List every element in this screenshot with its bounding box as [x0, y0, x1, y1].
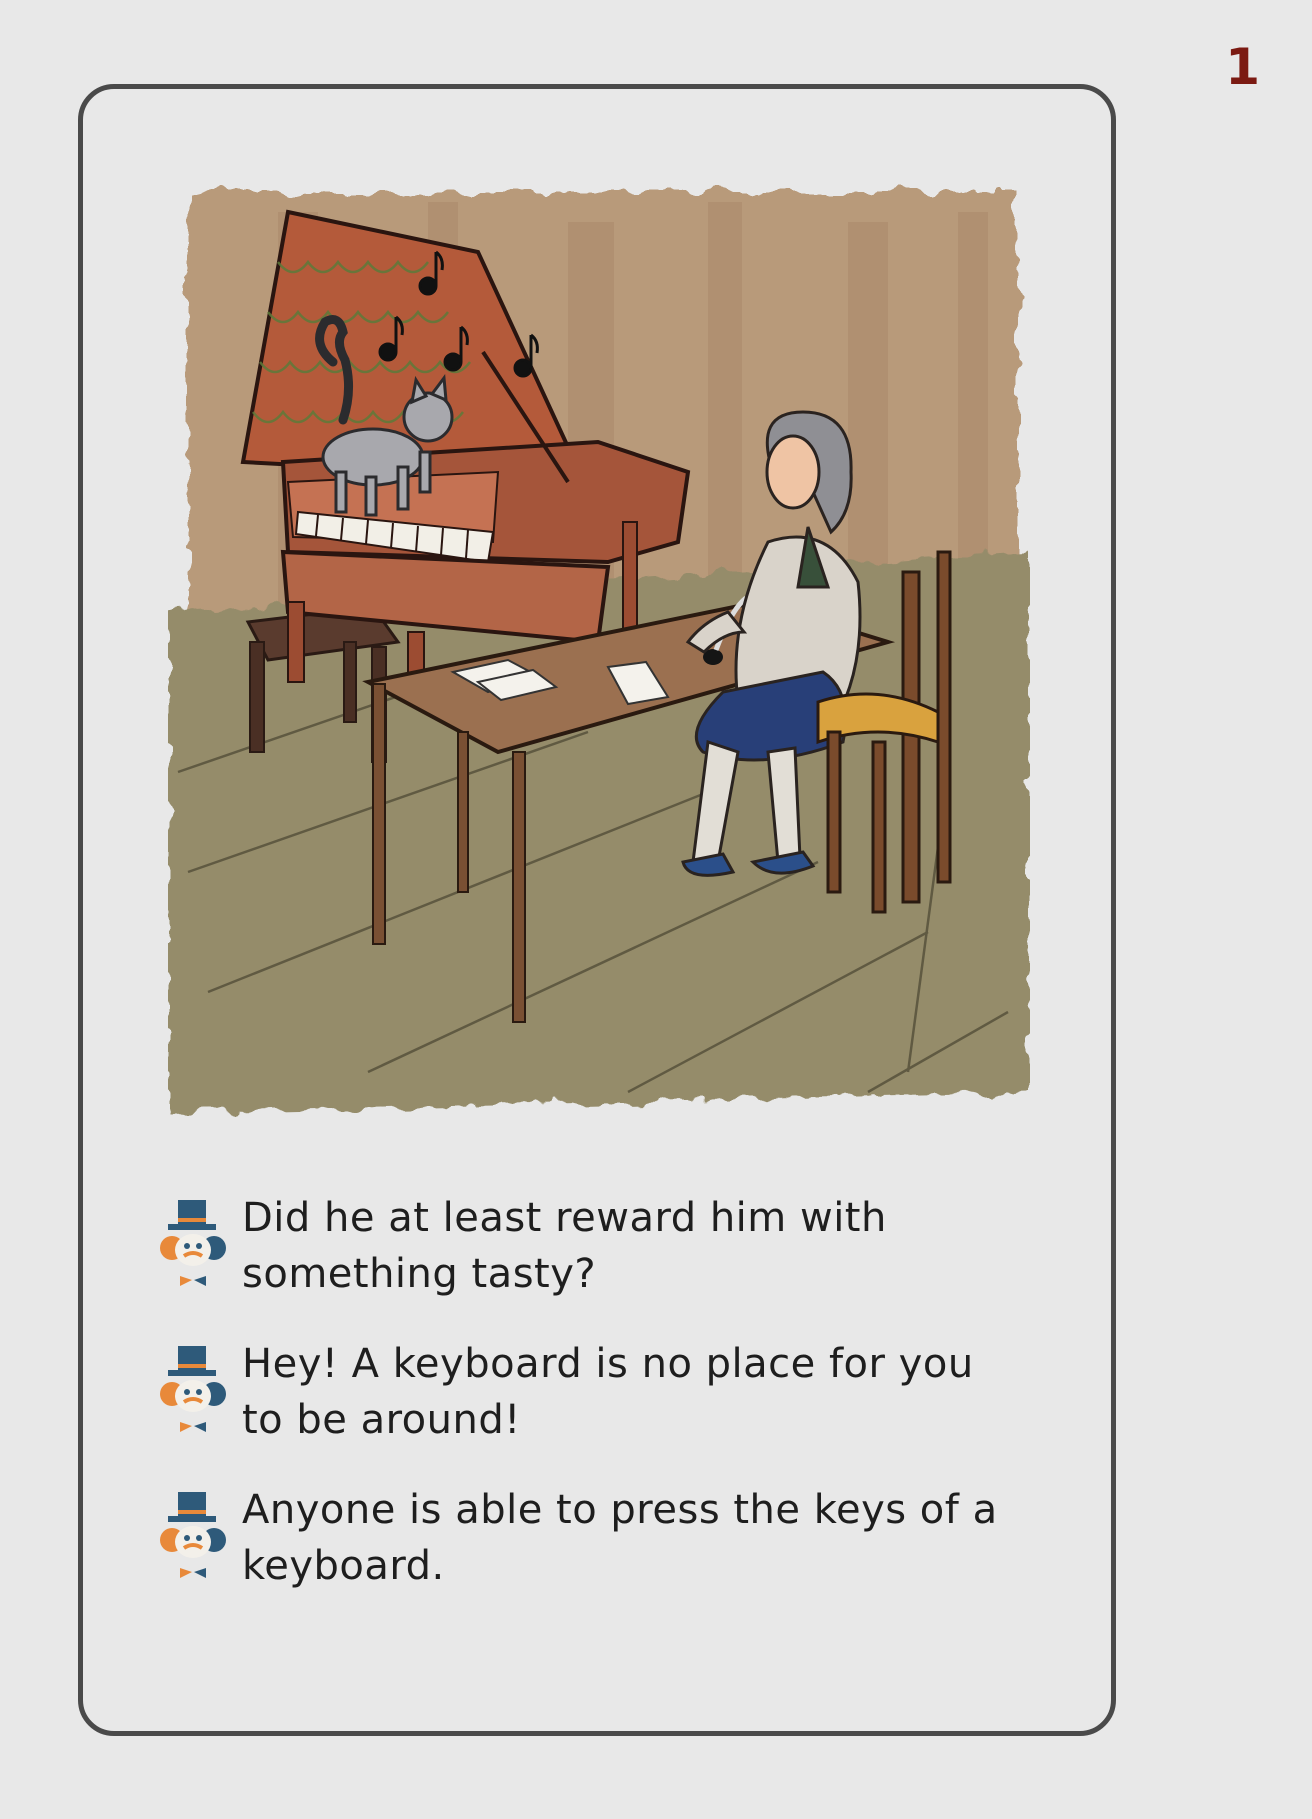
answer-option-text: Hey! A keyboard is no place for you to b…	[242, 1341, 974, 1443]
top-hat-character-icon	[160, 1346, 226, 1432]
answer-option-2[interactable]: Hey! A keyboard is no place for you to b…	[160, 1336, 1020, 1448]
answer-options: Did he at least reward him with somethin…	[160, 1190, 1020, 1628]
answer-option-text: Anyone is able to press the keys of a ke…	[242, 1487, 998, 1589]
answer-option-text: Did he at least reward him with somethin…	[242, 1195, 887, 1297]
page-number: 1	[1225, 38, 1260, 96]
top-hat-character-icon	[160, 1200, 226, 1286]
answer-option-3[interactable]: Anyone is able to press the keys of a ke…	[160, 1482, 1020, 1594]
story-illustration	[168, 172, 1030, 1132]
answer-option-1[interactable]: Did he at least reward him with somethin…	[160, 1190, 1020, 1302]
top-hat-character-icon	[160, 1492, 226, 1578]
